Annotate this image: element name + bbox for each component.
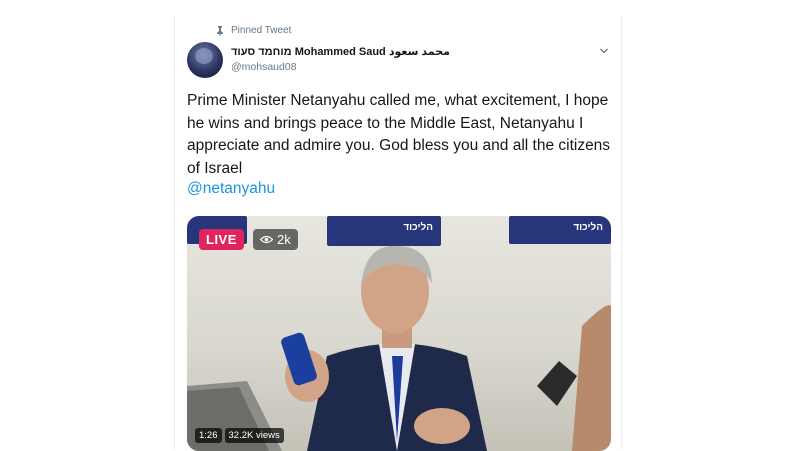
mention-link[interactable]: @netanyahu: [187, 180, 275, 198]
chevron-down-icon[interactable]: [599, 46, 609, 56]
video-player[interactable]: הליכוד הליכוד LIVE 2k 1:26 32.2K views: [187, 216, 611, 451]
tweet-text: Prime Minister Netanyahu called me, what…: [187, 92, 611, 177]
author-name[interactable]: מוחמד סעוד Mohammed Saud محمد سعود: [231, 45, 450, 58]
video-stats: 1:26 32.2K views: [195, 428, 284, 443]
author-handle[interactable]: @mohsaud08: [231, 61, 297, 73]
video-frame-scene: [187, 245, 611, 451]
pinned-indicator: Pinned Tweet: [215, 25, 291, 36]
video-duration: 1:26: [195, 428, 222, 443]
pin-icon: [217, 25, 223, 36]
pinned-label: Pinned Tweet: [231, 25, 292, 36]
video-views: 32.2K views: [224, 428, 284, 443]
tweet-card[interactable]: Pinned Tweet מוחמד סעוד Mohammed Saud مح…: [174, 16, 622, 451]
live-badge: LIVE: [199, 229, 244, 250]
eye-icon: [260, 235, 273, 244]
avatar[interactable]: [187, 42, 223, 78]
viewer-count: 2k: [277, 232, 291, 247]
display-name[interactable]: מוחמד סעוד Mohammed Saud محمد سعود: [231, 45, 450, 58]
viewer-count-badge: 2k: [253, 229, 298, 250]
